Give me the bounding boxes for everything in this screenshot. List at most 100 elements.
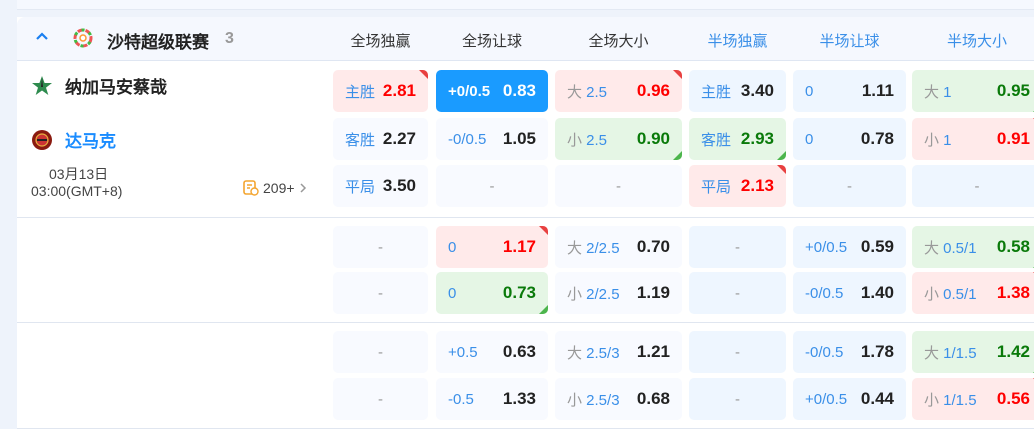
odds-cell: -	[689, 272, 786, 314]
odds-cell: -	[912, 165, 1034, 207]
odds-cell[interactable]: 大 2.5/3 1.21	[555, 331, 682, 373]
odds-cell[interactable]: -0.5 1.33	[436, 378, 548, 420]
odds-cell: -	[689, 226, 786, 268]
odds-value: 0.56	[996, 389, 1030, 408]
column-header: 半场让球	[819, 33, 880, 50]
odds-up-indicator-icon	[673, 70, 682, 79]
empty-odds: -	[735, 343, 740, 361]
odds-cell[interactable]: -0/0.5 1.78	[793, 331, 906, 373]
odds-cell[interactable]: -0/0.5 1.40	[793, 272, 906, 314]
odds-cell[interactable]: 大 2/2.5 0.70	[555, 226, 682, 268]
odds-cell[interactable]: -0/0.5 1.05	[436, 118, 548, 160]
odds-down-indicator-icon	[539, 305, 548, 314]
odds-label: +0/0.5	[805, 390, 848, 408]
over-under-prefix: 大	[924, 344, 944, 362]
odds-cell[interactable]: 大 0.5/1 0.58	[912, 226, 1034, 268]
odds-cell[interactable]: 0 1.17	[436, 226, 548, 268]
odds-value: 0.59	[860, 237, 894, 256]
odds-label: 小 2.5/3	[567, 391, 620, 409]
odds-value: 0.44	[860, 389, 894, 408]
odds-cell[interactable]: 客胜 2.27	[333, 118, 428, 160]
odds-label: -0/0.5	[448, 130, 487, 148]
odds-cell[interactable]: 小 2.5/3 0.68	[555, 378, 682, 420]
away-team[interactable]: 达马克	[31, 127, 116, 152]
empty-odds: -	[735, 238, 740, 256]
odds-value: 0.91	[996, 129, 1030, 148]
odds-label: 小 1	[924, 131, 952, 149]
odds-value: 1.38	[996, 283, 1030, 302]
odds-label: 大 2.5/3	[567, 344, 620, 362]
row-divider	[17, 217, 1034, 218]
over-under-prefix: 大	[924, 83, 944, 101]
odds-label: 大 1	[924, 83, 952, 101]
odds-label: 小 2/2.5	[567, 285, 620, 303]
odds-value: 2.13	[740, 176, 774, 195]
more-markets-count: 209+	[263, 180, 295, 196]
odds-value: 0.90	[636, 129, 670, 148]
column-header: 全场大小	[588, 33, 649, 50]
odds-cell[interactable]: 小 0.5/1 1.38	[912, 272, 1034, 314]
odds-label: -0.5	[448, 390, 474, 408]
odds-value: 1.19	[636, 283, 670, 302]
odds-cell: -	[333, 378, 428, 420]
odds-cell: -	[333, 331, 428, 373]
odds-label: 大 0.5/1	[924, 239, 977, 257]
odds-value: 1.33	[502, 389, 536, 408]
odds-cell[interactable]: 主胜 3.40	[689, 70, 786, 112]
odds-cell[interactable]: 主胜 2.81	[333, 70, 428, 112]
odds-cell[interactable]: 0 0.73	[436, 272, 548, 314]
odds-cell[interactable]: 小 2.5 0.90	[555, 118, 682, 160]
odds-cell[interactable]: 小 1/1.5 0.56	[912, 378, 1034, 420]
odds-label: 客胜	[701, 131, 732, 149]
odds-value: 1.40	[860, 283, 894, 302]
odds-value: 1.42	[996, 342, 1030, 361]
league-logo-icon	[73, 28, 93, 48]
odds-cell[interactable]: 0 0.78	[793, 118, 906, 160]
odds-value: 3.50	[382, 176, 416, 195]
odds-cell: -	[333, 272, 428, 314]
odds-cell: -	[333, 226, 428, 268]
chevron-up-icon[interactable]	[35, 29, 49, 43]
odds-value: 2.81	[382, 81, 416, 100]
over-under-prefix: 小	[567, 131, 587, 149]
odds-label: +0/0.5	[805, 238, 848, 256]
empty-odds: -	[616, 177, 621, 195]
odds-cell[interactable]: +0.5 0.63	[436, 331, 548, 373]
odds-cell[interactable]: 小 1 0.91	[912, 118, 1034, 160]
odds-value: 2.27	[382, 129, 416, 148]
odds-cell[interactable]: 大 2.5 0.96	[555, 70, 682, 112]
empty-odds: -	[735, 390, 740, 408]
odds-value: 2.93	[740, 129, 774, 148]
odds-value: 0.68	[636, 389, 670, 408]
odds-cell[interactable]: 客胜 2.93	[689, 118, 786, 160]
odds-cell[interactable]: 小 2/2.5 1.19	[555, 272, 682, 314]
odds-cell: -	[689, 331, 786, 373]
column-header: 半场独赢	[707, 33, 768, 50]
empty-odds: -	[974, 177, 980, 195]
odds-cell[interactable]: +0/0.5 0.83	[436, 70, 548, 112]
odds-cell[interactable]: 大 1 0.95	[912, 70, 1034, 112]
more-markets-button[interactable]: 209+	[243, 180, 307, 196]
odds-label: 0	[448, 284, 457, 302]
odds-value: 1.05	[502, 129, 536, 148]
empty-odds: -	[378, 390, 383, 408]
odds-cell[interactable]: 平局 3.50	[333, 165, 428, 207]
home-team[interactable]: 纳加马安蔡哉	[31, 73, 167, 98]
odds-cell[interactable]: +0/0.5 0.44	[793, 378, 906, 420]
over-under-prefix: 小	[567, 391, 587, 409]
odds-label: 0	[805, 130, 814, 148]
odds-value: 1.78	[860, 342, 894, 361]
odds-up-indicator-icon	[777, 165, 786, 174]
empty-odds: -	[378, 284, 383, 302]
odds-cell[interactable]: +0/0.5 0.59	[793, 226, 906, 268]
odds-cell: -	[436, 165, 548, 207]
odds-cell[interactable]: 大 1/1.5 1.42	[912, 331, 1034, 373]
odds-cell[interactable]: 平局 2.13	[689, 165, 786, 207]
odds-label: +0/0.5	[448, 82, 491, 100]
odds-label: 客胜	[345, 131, 376, 149]
odds-value: 1.11	[861, 81, 894, 100]
match-count: 3	[225, 30, 234, 47]
odds-cell[interactable]: 0 1.11	[793, 70, 906, 112]
odds-value: 1.21	[636, 342, 670, 361]
odds-label: 主胜	[345, 83, 376, 101]
